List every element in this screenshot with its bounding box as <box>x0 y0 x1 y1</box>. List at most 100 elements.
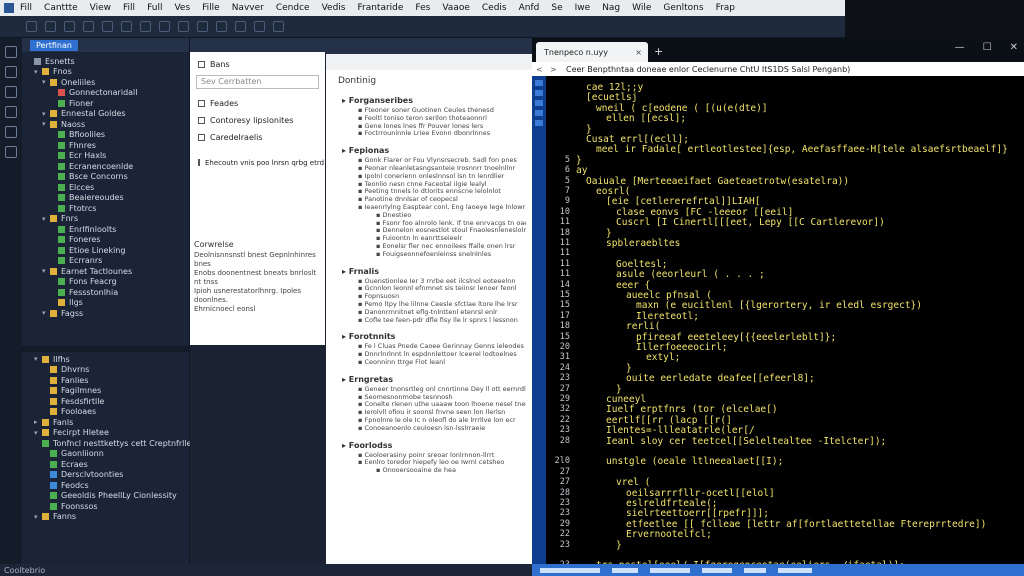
tree-item[interactable]: Etioe Lineking <box>22 245 189 256</box>
toolbar-button-icon[interactable] <box>45 21 56 32</box>
toolbar-button-icon[interactable] <box>140 21 151 32</box>
menu-item-15[interactable]: Se <box>551 3 562 13</box>
nav-note[interactable]: Ehecoutn vnis poo lnrsn qrbg etrd ets. <box>190 154 339 171</box>
toolbar-button-icon[interactable] <box>121 21 132 32</box>
activity-icon[interactable] <box>5 46 17 58</box>
nav-home[interactable]: Bans <box>190 56 325 73</box>
tree-item[interactable]: Feodcs <box>22 480 190 491</box>
tree-item[interactable]: Esnetts <box>22 56 189 67</box>
menu-item-14[interactable]: Anfd <box>519 3 540 13</box>
tree-item[interactable]: ▾ Earnet Tactlounes <box>22 266 189 277</box>
tree-item[interactable]: Ecrranrs <box>22 256 189 267</box>
menu-item-5[interactable]: Ves <box>174 3 190 13</box>
menu-item-3[interactable]: Fill <box>123 3 135 13</box>
toolbar-button-icon[interactable] <box>254 21 265 32</box>
menu-item-13[interactable]: Cedis <box>482 3 507 13</box>
new-tab-button[interactable]: + <box>654 45 663 58</box>
menu-item-11[interactable]: Fes <box>415 3 430 13</box>
search-input[interactable]: Sev Cerrbatten <box>196 75 319 89</box>
menu-item-12[interactable]: Vaaoe <box>442 3 470 13</box>
back-icon[interactable]: < <box>536 65 546 74</box>
tree-item[interactable]: Fioner <box>22 98 189 109</box>
browser-tab[interactable]: Tnenpeco n.uyy × <box>536 42 648 62</box>
tree-item[interactable]: Fesdsfirtlle <box>22 396 190 407</box>
activity-icon[interactable] <box>5 86 17 98</box>
nav-item-1[interactable]: Contoresy lipslonites <box>190 112 325 129</box>
toolbar-button-icon[interactable] <box>216 21 227 32</box>
tree-item[interactable]: Bfiooliles <box>22 130 189 141</box>
tree-item[interactable]: ▸ Fanls <box>22 417 190 428</box>
tree-item[interactable]: Fooloaes <box>22 407 190 418</box>
tree-item[interactable]: Dersclvtoonties <box>22 470 190 481</box>
nav-item-0[interactable]: Feades <box>190 95 325 112</box>
menu-item-2[interactable]: View <box>90 3 111 13</box>
toolbar-button-icon[interactable] <box>159 21 170 32</box>
close-icon[interactable]: ✕ <box>1010 42 1018 53</box>
explorer-splitter[interactable] <box>22 346 190 352</box>
tab-close-icon[interactable]: × <box>635 48 642 57</box>
tree-item[interactable]: Enrlfinloolts <box>22 224 189 235</box>
tree-item[interactable]: ▾ Fecirpt Hletee <box>22 428 190 439</box>
tree-item[interactable]: Gaonliionn <box>22 449 190 460</box>
tree-item[interactable]: Fhnres <box>22 140 189 151</box>
toolbar-button-icon[interactable] <box>64 21 75 32</box>
toolbar-button-icon[interactable] <box>197 21 208 32</box>
tree-item[interactable]: Ilgs <box>22 298 189 309</box>
tree-item[interactable]: ▾ Fanns <box>22 512 190 523</box>
tree-item[interactable]: Fagilmnes <box>22 386 190 397</box>
toolbar-button-icon[interactable] <box>273 21 284 32</box>
tree-item[interactable]: Foonssos <box>22 501 190 512</box>
menu-item-7[interactable]: Navver <box>232 3 264 13</box>
tree-item[interactable]: Ecranencoenlde <box>22 161 189 172</box>
tree-item[interactable]: Fons Feacrg <box>22 277 189 288</box>
tree-item[interactable]: Beaiereoudes <box>22 193 189 204</box>
tree-item[interactable]: Ecr Haxls <box>22 151 189 162</box>
menu-item-1[interactable]: Canttte <box>44 3 78 13</box>
menu-item-19[interactable]: Genltons <box>663 3 703 13</box>
tree-item[interactable]: Gonnectonaridall <box>22 88 189 99</box>
tree-item[interactable]: ▾ Naoss <box>22 119 189 130</box>
toolbar-button-icon[interactable] <box>178 21 189 32</box>
menu-item-6[interactable]: Fille <box>202 3 220 13</box>
tree-item[interactable]: Fanlies <box>22 375 190 386</box>
menu-item-8[interactable]: Cendce <box>276 3 310 13</box>
tree-item[interactable]: ▾ Fnrs <box>22 214 189 225</box>
tree-item[interactable]: Dhvrns <box>22 365 190 376</box>
minimize-icon[interactable]: — <box>955 42 965 53</box>
activity-icon[interactable] <box>5 106 17 118</box>
tree-item[interactable]: ▾ Fnos <box>22 67 189 78</box>
toolbar-button-icon[interactable] <box>83 21 94 32</box>
toolbar-button-icon[interactable] <box>235 21 246 32</box>
tree-item[interactable]: Ecraes <box>22 459 190 470</box>
tree-item[interactable]: ▾ Ennestal Goldes <box>22 109 189 120</box>
menu-item-9[interactable]: Vedis <box>322 3 346 13</box>
activity-icon[interactable] <box>5 66 17 78</box>
tree-item[interactable]: ▾ Oneliiles <box>22 77 189 88</box>
explorer-tab[interactable]: Pertfinan <box>30 39 78 51</box>
toolbar-button-icon[interactable] <box>102 21 113 32</box>
menu-item-10[interactable]: Frantaride <box>357 3 403 13</box>
tree-item[interactable]: Foneres <box>22 235 189 246</box>
code-editor[interactable]: cae 12l;;y [ecuetlsj wneil ( c[eodene ( [(… <box>532 76 1024 576</box>
tree-item[interactable]: Ftotrcs <box>22 203 189 214</box>
menu-item-18[interactable]: Wile <box>632 3 651 13</box>
menu-item-17[interactable]: Nag <box>602 3 620 13</box>
tree-item[interactable]: Tonfncl nesttkettys cett Creptnfrlle <box>22 438 190 449</box>
nav-item-2[interactable]: Caredelraelis <box>190 129 325 146</box>
tree-item[interactable]: Fessstonlhia <box>22 287 189 298</box>
tree-item[interactable]: ▾ Fagss <box>22 308 189 319</box>
maximize-icon[interactable]: ☐ <box>983 42 992 53</box>
menu-item-16[interactable]: Iwe <box>575 3 591 13</box>
toolbar-button-icon[interactable] <box>26 21 37 32</box>
tree-item[interactable]: ▾ Ilfhs <box>22 354 190 365</box>
tree-item[interactable]: Geeoldis PheellLy Cionlessity <box>22 491 190 502</box>
menu-item-0[interactable]: Fill <box>20 3 32 13</box>
tree-item[interactable]: Bsce Concorns <box>22 172 189 183</box>
menu-item-4[interactable]: Full <box>147 3 162 13</box>
forward-icon[interactable]: > <box>550 65 560 74</box>
url-input[interactable]: Ceer Benpthntaa doneae enlor Ceclenurne … <box>566 65 850 74</box>
activity-icon[interactable] <box>5 146 17 158</box>
activity-icon[interactable] <box>5 126 17 138</box>
menu-item-20[interactable]: Frap <box>716 3 735 13</box>
tree-item[interactable]: Elcces <box>22 182 189 193</box>
